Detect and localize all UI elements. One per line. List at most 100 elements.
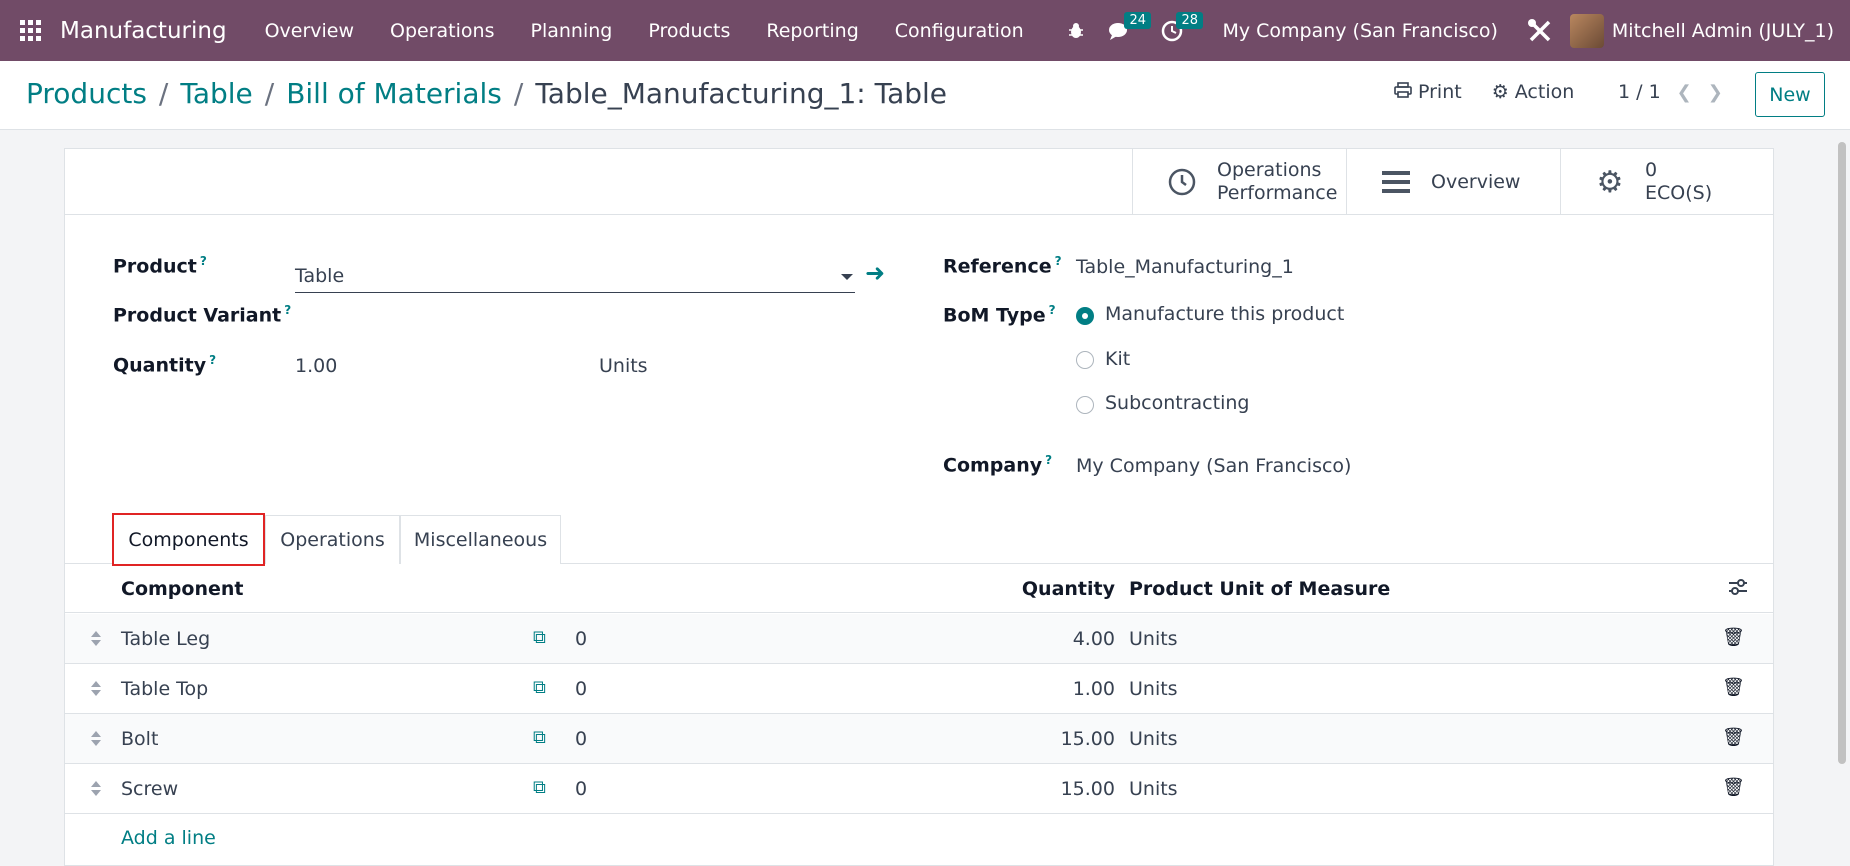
uom-value[interactable]: Units [1129, 678, 1178, 700]
help-icon[interactable]: ? [1045, 453, 1052, 467]
eco-label: ECO(S) [1645, 182, 1713, 204]
quantity-field[interactable]: 1.00 [295, 355, 337, 377]
uom-value[interactable]: Units [1129, 778, 1178, 800]
bom-type-option-subcontracting[interactable]: Subcontracting [1105, 392, 1249, 414]
activities-clock-icon[interactable]: 28 [1150, 0, 1203, 61]
eco-button[interactable]: ⚙ 0 ECO(S) [1560, 149, 1774, 215]
breadcrumb-table[interactable]: Table [180, 77, 252, 110]
menu-products[interactable]: Products [630, 20, 748, 42]
uom-value[interactable]: Units [1129, 628, 1178, 650]
add-line-link[interactable]: Add a line [121, 827, 216, 849]
breadcrumb-separator: / [158, 77, 169, 110]
bom-type-label: BoM Type? [943, 303, 1056, 327]
clock-icon [1157, 167, 1207, 197]
menu-configuration[interactable]: Configuration [877, 20, 1042, 42]
drag-handle-icon[interactable] [91, 729, 101, 749]
product-variant-field[interactable] [295, 305, 855, 333]
help-icon[interactable]: ? [200, 254, 207, 268]
action-label: Action [1514, 81, 1575, 103]
forecast-report-icon[interactable]: ⧉ [533, 727, 546, 748]
quantity-value[interactable]: 15.00 [995, 778, 1115, 800]
activities-badge: 28 [1176, 12, 1203, 29]
tools-icon[interactable] [1518, 0, 1562, 61]
column-header-component[interactable]: Component [121, 578, 243, 600]
help-icon[interactable]: ? [1049, 303, 1056, 317]
product-label: Product? [113, 254, 207, 278]
table-row[interactable]: Screw ⧉ 0 15.00 Units 🗑 [65, 764, 1773, 814]
component-name[interactable]: Bolt [121, 728, 158, 750]
menu-operations[interactable]: Operations [372, 20, 512, 42]
column-header-uom[interactable]: Product Unit of Measure [1129, 578, 1390, 600]
caret-down-icon[interactable] [841, 274, 853, 280]
quantity-value[interactable]: 4.00 [995, 628, 1115, 650]
tab-components[interactable]: Components [112, 513, 265, 566]
menu-reporting[interactable]: Reporting [748, 20, 876, 42]
bom-type-radio-subcontracting[interactable] [1076, 396, 1094, 414]
bom-type-option-kit[interactable]: Kit [1105, 348, 1130, 370]
breadcrumb-products[interactable]: Products [26, 77, 147, 110]
forecast-report-icon[interactable]: ⧉ [533, 627, 546, 648]
uom-value[interactable]: Units [1129, 728, 1178, 750]
messages-icon[interactable]: 24 [1098, 0, 1151, 61]
overview-button[interactable]: Overview [1346, 149, 1560, 215]
scrollbar[interactable] [1834, 130, 1850, 866]
bars-icon [1371, 169, 1421, 195]
drag-handle-icon[interactable] [91, 629, 101, 649]
quantity-value[interactable]: 15.00 [995, 728, 1115, 750]
quantity-value[interactable]: 1.00 [995, 678, 1115, 700]
trash-icon[interactable]: 🗑 [1722, 627, 1745, 648]
app-name[interactable]: Manufacturing [60, 18, 227, 44]
breadcrumb-separator: / [264, 77, 275, 110]
menu-planning[interactable]: Planning [512, 20, 630, 42]
user-menu[interactable]: Mitchell Admin (JULY_1) [1569, 13, 1834, 48]
tab-operations[interactable]: Operations [265, 515, 400, 564]
quantity-uom-field[interactable]: Units [599, 355, 648, 377]
tab-miscellaneous[interactable]: Miscellaneous [400, 515, 561, 564]
chevron-right-icon[interactable]: ❯ [1708, 82, 1723, 103]
operations-performance-line1: Operations [1217, 159, 1322, 181]
debug-bug-icon[interactable] [1054, 0, 1098, 61]
company-field[interactable]: My Company (San Francisco) [1076, 455, 1351, 477]
component-name[interactable]: Screw [121, 778, 178, 800]
reference-field[interactable]: Table_Manufacturing_1 [1076, 256, 1294, 278]
component-name[interactable]: Table Top [121, 678, 208, 700]
top-navbar: Manufacturing Overview Operations Planni… [0, 0, 1850, 61]
drag-handle-icon[interactable] [91, 779, 101, 799]
table-row[interactable]: Table Leg ⧉ 0 4.00 Units 🗑 [65, 614, 1773, 664]
trash-icon[interactable]: 🗑 [1722, 777, 1745, 798]
action-button[interactable]: ⚙ Action [1492, 81, 1575, 103]
company-switcher[interactable]: My Company (San Francisco) [1222, 20, 1497, 42]
print-button[interactable]: Print [1394, 81, 1462, 103]
column-header-quantity[interactable]: Quantity [995, 578, 1115, 600]
scrollbar-thumb[interactable] [1838, 142, 1846, 764]
table-row[interactable]: Table Top ⧉ 0 1.00 Units 🗑 [65, 664, 1773, 714]
forecast-report-icon[interactable]: ⧉ [533, 777, 546, 798]
help-icon[interactable]: ? [1055, 254, 1062, 268]
component-name[interactable]: Table Leg [121, 628, 210, 650]
apps-menu-icon[interactable] [0, 0, 60, 61]
chevron-left-icon[interactable]: ❮ [1677, 82, 1692, 103]
pager-value[interactable]: 1 / 1 [1618, 81, 1661, 103]
company-label: Company? [943, 453, 1053, 477]
column-settings-icon[interactable] [1728, 578, 1748, 601]
smart-button-box: Operations Performance Overview ⚙ 0 ECO(… [65, 149, 1773, 215]
product-value: Table [295, 265, 345, 287]
arrow-right-icon[interactable]: ➜ [865, 259, 885, 287]
trash-icon[interactable]: 🗑 [1722, 727, 1745, 748]
bom-type-radio-kit[interactable] [1076, 351, 1094, 369]
operations-performance-button[interactable]: Operations Performance [1132, 149, 1346, 215]
help-icon[interactable]: ? [209, 353, 216, 367]
pager: 1 / 1 ❮ ❯ [1618, 81, 1723, 103]
messages-badge: 24 [1124, 12, 1151, 29]
bom-type-option-manufacture[interactable]: Manufacture this product [1105, 303, 1344, 325]
forecast-report-icon[interactable]: ⧉ [533, 677, 546, 698]
table-row[interactable]: Bolt ⧉ 0 15.00 Units 🗑 [65, 714, 1773, 764]
help-icon[interactable]: ? [284, 303, 291, 317]
product-field[interactable]: Table [295, 261, 855, 293]
trash-icon[interactable]: 🗑 [1722, 677, 1745, 698]
bom-type-radio-manufacture[interactable] [1076, 307, 1094, 325]
new-button[interactable]: New [1755, 72, 1825, 117]
menu-overview[interactable]: Overview [247, 20, 372, 42]
breadcrumb-bill-of-materials[interactable]: Bill of Materials [286, 77, 502, 110]
drag-handle-icon[interactable] [91, 679, 101, 699]
